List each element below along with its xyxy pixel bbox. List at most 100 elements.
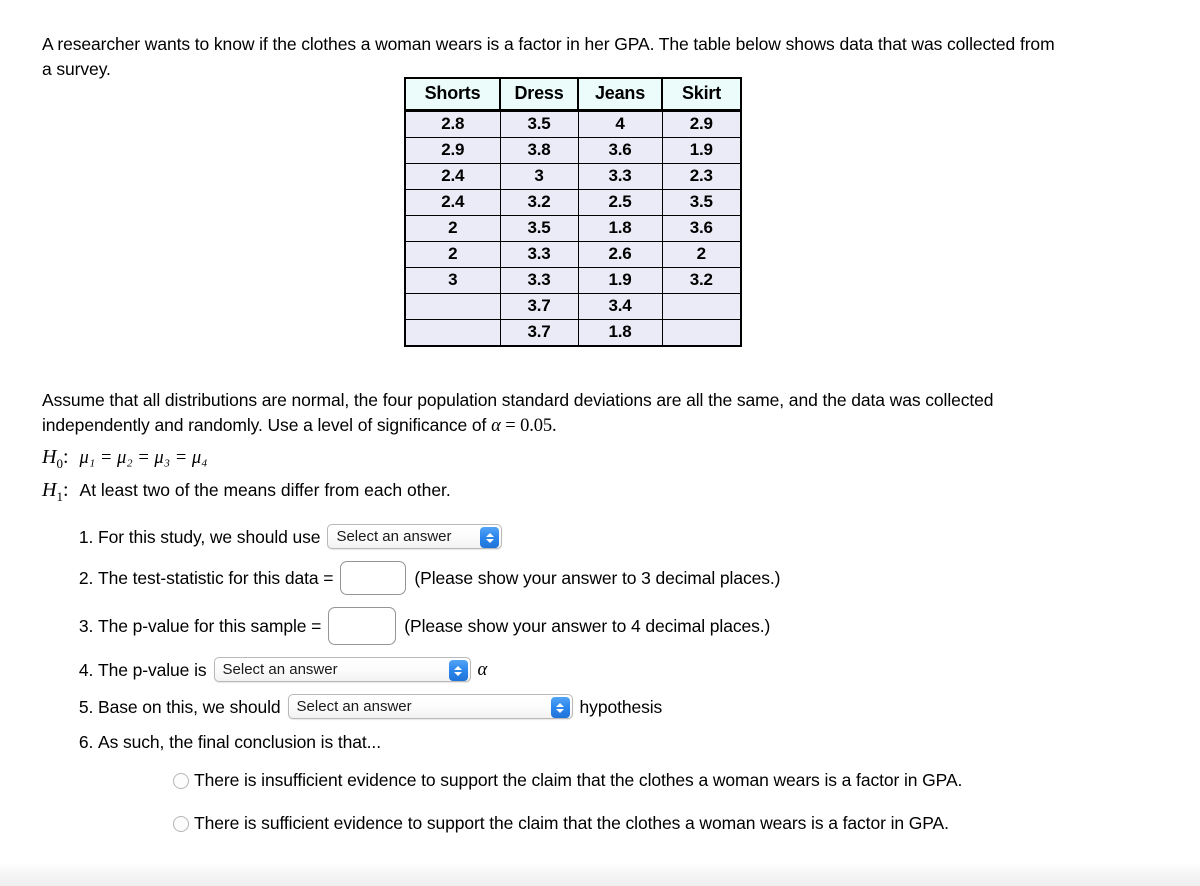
chevron-up-down-icon[interactable] bbox=[550, 697, 570, 718]
step-6: As such, the final conclusion is that...… bbox=[98, 731, 1164, 835]
conclusion-option-insufficient-label: There is insufficient evidence to suppor… bbox=[194, 770, 963, 790]
step-6-label: As such, the final conclusion is that... bbox=[98, 732, 381, 752]
decision-select-value: Select an answer bbox=[296, 698, 412, 715]
chevron-down-glyph bbox=[556, 708, 565, 713]
column-header-skirt: Skirt bbox=[661, 78, 742, 112]
cell-jeans: 3.3 bbox=[577, 163, 663, 190]
table-row: 3.7 3.4 bbox=[404, 293, 742, 320]
step-2-hint: (Please show your answer to 3 decimal pl… bbox=[414, 568, 781, 588]
cell-shorts bbox=[404, 319, 501, 347]
column-header-shorts: Shorts bbox=[404, 78, 501, 112]
conclusion-choices: There is insufficient evidence to suppor… bbox=[173, 769, 1164, 835]
cell-jeans: 4 bbox=[577, 110, 663, 138]
cell-dress: 3.7 bbox=[499, 293, 579, 320]
cell-shorts: 2.9 bbox=[404, 137, 501, 164]
null-colon: : bbox=[62, 446, 69, 468]
p-value-comparison-select[interactable]: Select an answer bbox=[213, 657, 471, 682]
radio-button-icon[interactable] bbox=[173, 773, 189, 789]
cell-jeans: 1.9 bbox=[577, 267, 663, 294]
chevron-up-glyph bbox=[485, 532, 494, 537]
null-hypothesis-row: H0: μ₁ = μ₂ = μ₃ = μ₄ bbox=[42, 444, 451, 477]
study-type-select-value: Select an answer bbox=[336, 528, 452, 545]
cell-jeans: 2.5 bbox=[577, 189, 663, 216]
cell-shorts: 3 bbox=[404, 267, 501, 294]
cell-skirt: 3.5 bbox=[661, 189, 742, 216]
cell-dress: 3.5 bbox=[499, 110, 579, 138]
cell-dress: 3.5 bbox=[499, 215, 579, 242]
cell-shorts: 2 bbox=[404, 215, 501, 242]
step-1-label: For this study, we should use bbox=[98, 526, 321, 547]
decision-select[interactable]: Select an answer bbox=[287, 694, 573, 719]
step-5-line: Base on this, we should Select an answer… bbox=[98, 694, 1164, 719]
alt-colon: : bbox=[62, 479, 69, 501]
cell-jeans: 3.4 bbox=[577, 293, 663, 320]
test-statistic-input[interactable] bbox=[340, 561, 407, 595]
cell-skirt: 2.3 bbox=[661, 163, 742, 190]
step-3: The p-value for this sample = (Please sh… bbox=[98, 607, 1164, 645]
table-row: 2 3.3 2.6 2 bbox=[404, 241, 742, 268]
cell-jeans: 2.6 bbox=[577, 241, 663, 268]
cell-dress: 3.3 bbox=[499, 267, 579, 294]
table-row: 2.8 3.5 4 2.9 bbox=[404, 110, 742, 138]
column-header-jeans: Jeans bbox=[577, 78, 663, 112]
table-row: 3.7 1.8 bbox=[404, 319, 742, 347]
conclusion-option-sufficient-label: There is sufficient evidence to support … bbox=[194, 813, 949, 833]
h-letter: H bbox=[42, 446, 57, 468]
alpha-symbol: α bbox=[491, 415, 501, 436]
hypotheses-block: H0: μ₁ = μ₂ = μ₃ = μ₄ H1: At least two o… bbox=[42, 444, 451, 510]
page-bottom-band bbox=[0, 862, 1200, 886]
table-row: 2.4 3 3.3 2.3 bbox=[404, 163, 742, 190]
gpa-data-table-wrapper: Shorts Dress Jeans Skirt 2.8 3.5 4 2.9 2… bbox=[404, 77, 742, 347]
step-3-label: The p-value for this sample = bbox=[98, 616, 322, 636]
cell-shorts bbox=[404, 293, 501, 320]
table-body: 2.8 3.5 4 2.9 2.9 3.8 3.6 1.9 2.4 3 3.3 … bbox=[404, 110, 742, 347]
chevron-up-down-icon[interactable] bbox=[480, 527, 500, 548]
cell-dress: 3.8 bbox=[499, 137, 579, 164]
chevron-down-glyph bbox=[485, 538, 494, 543]
cell-skirt: 2.9 bbox=[661, 110, 742, 138]
cell-dress: 3.7 bbox=[499, 319, 579, 347]
cell-skirt bbox=[661, 319, 742, 347]
chevron-down-glyph bbox=[454, 671, 463, 676]
cell-shorts: 2.4 bbox=[404, 163, 501, 190]
cell-skirt: 3.6 bbox=[661, 215, 742, 242]
step-1-line: For this study, we should use Select an … bbox=[98, 524, 1164, 549]
chevron-up-glyph bbox=[556, 702, 565, 707]
intro-paragraph: A researcher wants to know if the clothe… bbox=[42, 33, 1055, 79]
conclusion-option-sufficient[interactable]: There is sufficient evidence to support … bbox=[173, 812, 1103, 835]
table-header: Shorts Dress Jeans Skirt bbox=[404, 78, 742, 112]
cell-shorts: 2 bbox=[404, 241, 501, 268]
cell-dress: 3.3 bbox=[499, 241, 579, 268]
p-value-input[interactable] bbox=[328, 607, 397, 645]
cell-shorts: 2.8 bbox=[404, 110, 501, 138]
step-4-line: The p-value is Select an answer α bbox=[98, 657, 1164, 682]
step-3-line: The p-value for this sample = (Please sh… bbox=[98, 607, 1164, 645]
conclusion-option-insufficient[interactable]: There is insufficient evidence to suppor… bbox=[173, 769, 1103, 792]
step-3-hint: (Please show your answer to 4 decimal pl… bbox=[404, 616, 771, 636]
cell-jeans: 1.8 bbox=[577, 215, 663, 242]
alpha-value: 0.05. bbox=[520, 415, 557, 436]
cell-skirt: 2 bbox=[661, 241, 742, 268]
cell-skirt: 1.9 bbox=[661, 137, 742, 164]
table-row: 2.4 3.2 2.5 3.5 bbox=[404, 189, 742, 216]
step-5-label: Base on this, we should bbox=[98, 696, 281, 717]
chevron-up-down-icon[interactable] bbox=[448, 660, 468, 681]
worksheet-page: A researcher wants to know if the clothe… bbox=[0, 0, 1200, 886]
cell-dress: 3 bbox=[499, 163, 579, 190]
table-row: 2 3.5 1.8 3.6 bbox=[404, 215, 742, 242]
alt-hypothesis-row: H1: At least two of the means differ fro… bbox=[42, 477, 451, 510]
table-row: 3 3.3 1.9 3.2 bbox=[404, 267, 742, 294]
null-hypothesis-statement: μ₁ = μ₂ = μ₃ = μ₄ bbox=[79, 448, 208, 468]
chevron-up-glyph bbox=[454, 665, 463, 670]
cell-skirt bbox=[661, 293, 742, 320]
cell-jeans: 1.8 bbox=[577, 319, 663, 347]
equals-symbol: = bbox=[500, 415, 521, 436]
table-header-row: Shorts Dress Jeans Skirt bbox=[404, 78, 742, 112]
step-5: Base on this, we should Select an answer… bbox=[98, 694, 1164, 719]
cell-shorts: 2.4 bbox=[404, 189, 501, 216]
alt-hypothesis-label: H1 bbox=[42, 479, 63, 504]
radio-button-icon[interactable] bbox=[173, 816, 189, 832]
study-type-select[interactable]: Select an answer bbox=[327, 524, 503, 549]
step-2: The test-statistic for this data = (Plea… bbox=[98, 561, 1164, 595]
p-value-comparison-select-value: Select an answer bbox=[222, 661, 338, 678]
